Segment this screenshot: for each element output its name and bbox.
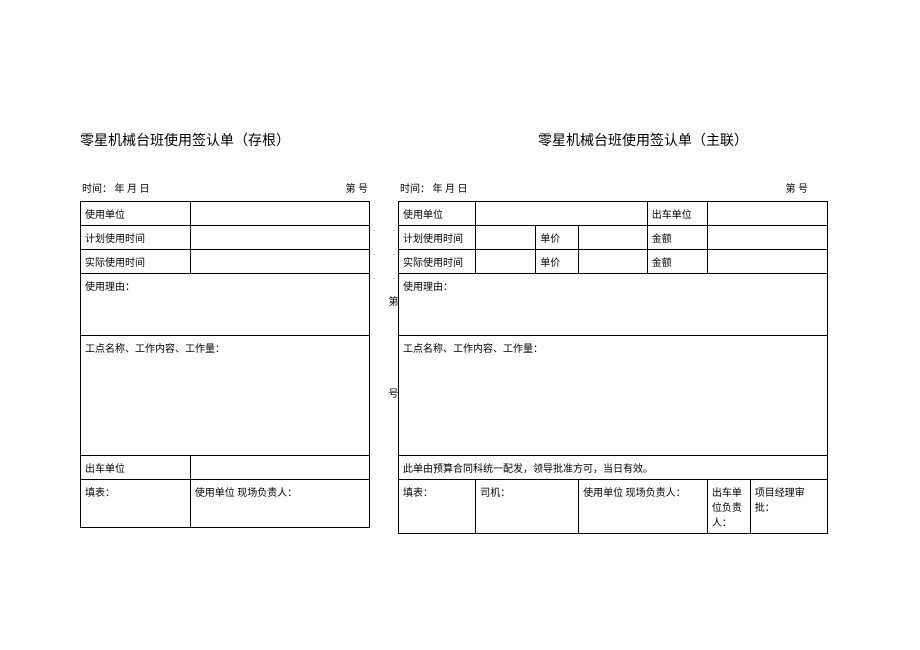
main-actual-amount-value[interactable] <box>707 250 827 274</box>
table-row: 实际使用时间 单价 金额 <box>399 250 828 274</box>
table-row: 此单由预算合同科统一配发，领导批准方可，当日有效。 <box>399 456 828 480</box>
stub-using-unit-label: 使用单位 <box>81 202 191 226</box>
main-sig-dispatch-leader[interactable]: 出车单位负责人： <box>707 480 750 534</box>
main-note-label: 此单由预算合同科统一配发，领导批准方可，当日有效。 <box>403 464 653 475</box>
stub-title: 零星机械台班使用签认单（存根） <box>80 130 370 150</box>
main-actual-price-label: 单价 <box>536 250 579 274</box>
stub-sig-unit-leader-label: 使用单位 现场负责人： <box>195 488 298 499</box>
main-dispatch-unit-label: 出车单位 <box>647 202 707 226</box>
table-row: 工点名称、工作内容、工作量： <box>81 336 370 456</box>
main-header-line: 时间： 年 月 日 第 号 <box>398 180 828 195</box>
main-actual-amount-label: 金额 <box>647 250 707 274</box>
main-sig-pm-label: 项目经理审批： <box>755 488 805 514</box>
main-plan-amount-label: 金额 <box>647 226 707 250</box>
main-sig-pm[interactable]: 项目经理审批： <box>750 480 827 534</box>
table-row: 工点名称、工作内容、工作量： <box>399 336 828 456</box>
table-row: 填表： 司机： 使用单位 现场负责人： 出车单位负责人： 项目经理审批： <box>399 480 828 534</box>
main-sig-filler[interactable]: 填表： <box>399 480 476 534</box>
table-row: 使用单位 <box>81 202 370 226</box>
main-work-cell[interactable]: 工点名称、工作内容、工作量： <box>399 336 828 456</box>
main-sig-driver[interactable]: 司机： <box>476 480 579 534</box>
main-reason-cell[interactable]: 使用理由： <box>399 274 828 336</box>
main-plan-time-label: 计划使用时间 <box>399 226 476 250</box>
stub-sig-unit-leader[interactable]: 使用单位 现场负责人： <box>190 480 369 528</box>
stub-work-cell[interactable]: 工点名称、工作内容、工作量： <box>81 336 370 456</box>
table-row: 填表： 使用单位 现场负责人： <box>81 480 370 528</box>
stub-time-label: 时间： 年 月 日 <box>82 180 150 195</box>
stub-plan-time-label: 计划使用时间 <box>81 226 191 250</box>
table-row: 使用理由： <box>81 274 370 336</box>
main-using-unit-label: 使用单位 <box>399 202 476 226</box>
stub-no-label: 第 号 <box>346 180 369 195</box>
table-row: 计划使用时间 单价 金额 <box>399 226 828 250</box>
main-note-cell: 此单由预算合同科统一配发，领导批准方可，当日有效。 <box>399 456 828 480</box>
perforation-mark-di: 第 <box>384 296 399 306</box>
stub-plan-time-value[interactable] <box>190 226 369 250</box>
table-row: 计划使用时间 <box>81 226 370 250</box>
main-work-label: 工点名称、工作内容、工作量： <box>403 344 543 355</box>
main-no-label: 第 号 <box>786 180 809 195</box>
main-sig-dispatch-leader-label: 出车单位负责人： <box>712 488 742 529</box>
main-sig-driver-label: 司机： <box>480 488 510 499</box>
table-row: 使用理由： <box>399 274 828 336</box>
stub-table: 使用单位 计划使用时间 实际使用时间 使用理由： 工点名称、工作内容、工作量： <box>80 201 370 528</box>
main-sig-unit-leader-label: 使用单位 现场负责人： <box>583 488 686 499</box>
table-row: 实际使用时间 <box>81 250 370 274</box>
main-dispatch-unit-value[interactable] <box>707 202 827 226</box>
perforation-mark-hao: 号 <box>384 388 399 398</box>
stub-sig-filler[interactable]: 填表： <box>81 480 191 528</box>
table-row: 出车单位 <box>81 456 370 480</box>
main-sig-unit-leader[interactable]: 使用单位 现场负责人： <box>579 480 708 534</box>
stub-dispatch-unit-label: 出车单位 <box>81 456 191 480</box>
main-title: 零星机械台班使用签认单（主联） <box>398 130 828 150</box>
stub-using-unit-value[interactable] <box>190 202 369 226</box>
stub-reason-label: 使用理由： <box>85 282 135 293</box>
form-stub: 零星机械台班使用签认单（存根） 时间： 年 月 日 第 号 使用单位 计划使用时… <box>80 130 370 528</box>
main-sig-filler-label: 填表： <box>403 488 433 499</box>
main-plan-amount-value[interactable] <box>707 226 827 250</box>
main-plan-time-value[interactable] <box>476 226 536 250</box>
main-table: 使用单位 出车单位 计划使用时间 单价 金额 实际使用时间 单价 金额 <box>398 201 828 534</box>
main-actual-time-label: 实际使用时间 <box>399 250 476 274</box>
form-main: 零星机械台班使用签认单（主联） 时间： 年 月 日 第 号 使用单位 出车单位 … <box>398 130 828 534</box>
stub-dispatch-unit-value[interactable] <box>190 456 369 480</box>
stub-header-line: 时间： 年 月 日 第 号 <box>80 180 370 195</box>
main-reason-label: 使用理由： <box>403 282 453 293</box>
stub-sig-filler-label: 填表： <box>85 488 115 499</box>
main-using-unit-value[interactable] <box>476 202 648 226</box>
table-row: 使用单位 出车单位 <box>399 202 828 226</box>
main-plan-price-value[interactable] <box>579 226 648 250</box>
main-actual-time-value[interactable] <box>476 250 536 274</box>
stub-reason-cell[interactable]: 使用理由： <box>81 274 370 336</box>
stub-actual-time-value[interactable] <box>190 250 369 274</box>
main-time-label: 时间： 年 月 日 <box>400 180 468 195</box>
main-plan-price-label: 单价 <box>536 226 579 250</box>
stub-work-label: 工点名称、工作内容、工作量： <box>85 344 225 355</box>
stub-actual-time-label: 实际使用时间 <box>81 250 191 274</box>
main-actual-price-value[interactable] <box>579 250 648 274</box>
